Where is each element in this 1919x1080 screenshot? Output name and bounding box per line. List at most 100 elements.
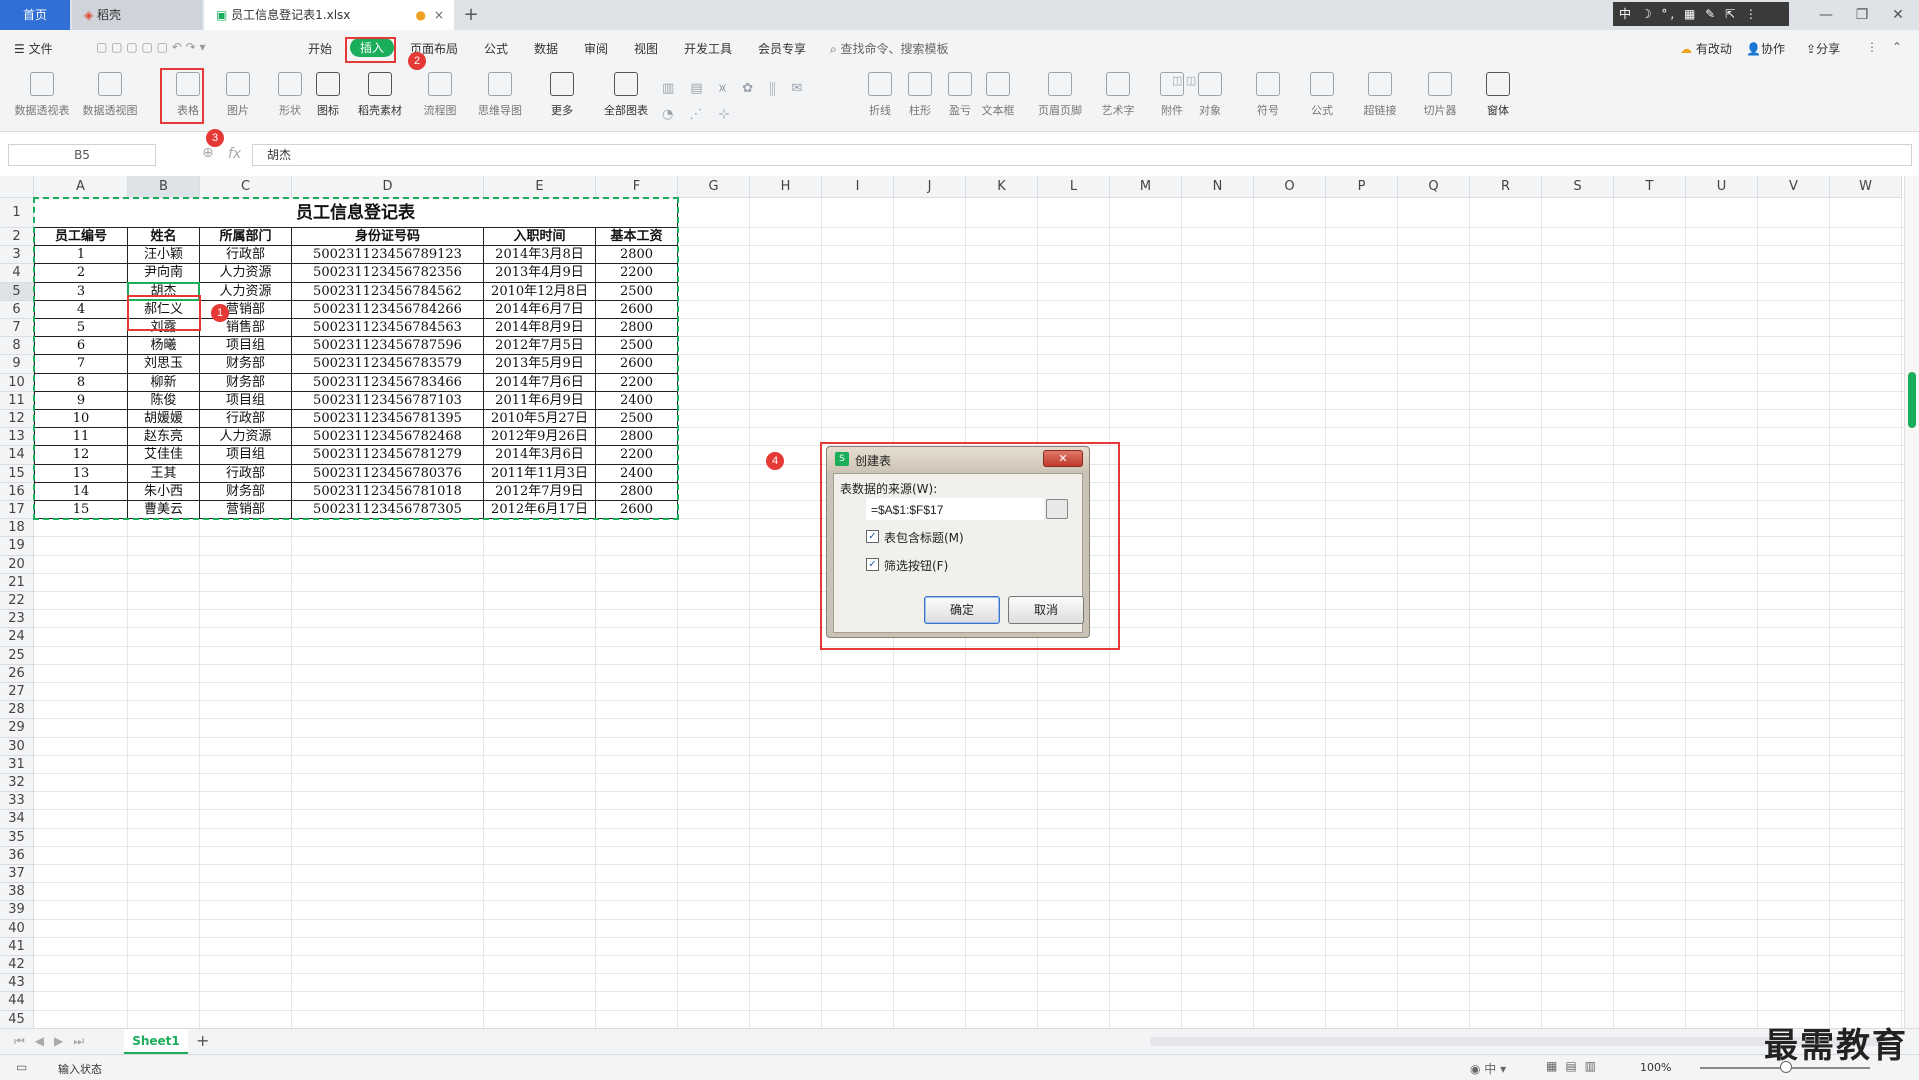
row-header[interactable]: 37 (0, 865, 34, 884)
row-header[interactable]: 18 (0, 519, 34, 538)
menu-view[interactable]: 视图 (634, 40, 658, 57)
row-header[interactable]: 41 (0, 937, 34, 956)
row-header[interactable]: 19 (0, 537, 34, 556)
quick-access-icons[interactable]: ▢ ▢ ▢ ▢ ▢ ↶ ↷ ▾ (96, 40, 206, 54)
row-header[interactable]: 45 (0, 1010, 34, 1028)
row-header[interactable]: 6 (0, 300, 34, 319)
column-header-Q[interactable]: Q (1398, 176, 1470, 198)
row-header[interactable]: 23 (0, 610, 34, 629)
collab-button[interactable]: 👤协作 (1746, 40, 1785, 57)
name-box[interactable]: B5 (8, 144, 156, 166)
macro-record-icon[interactable]: ▭ (16, 1060, 27, 1074)
column-header-J[interactable]: J (894, 176, 966, 198)
select-all-corner[interactable] (0, 176, 34, 198)
ribbon-button-21[interactable]: 超链接 (1350, 72, 1410, 118)
command-search[interactable]: ⌕ 查找命令、搜索模板 (830, 40, 949, 57)
column-header-H[interactable]: H (750, 176, 822, 198)
column-header-K[interactable]: K (966, 176, 1038, 198)
row-header[interactable]: 3 (0, 246, 34, 265)
ribbon-button-19[interactable]: 符号 (1238, 72, 1298, 118)
column-header-E[interactable]: E (484, 176, 596, 198)
sheet-nav-icons[interactable]: ⏮◀▶⏭ (14, 1034, 94, 1049)
fx-icon[interactable]: fx (228, 146, 241, 162)
row-header[interactable]: 14 (0, 446, 34, 465)
row-header[interactable]: 2 (0, 228, 34, 247)
row-header[interactable]: 32 (0, 774, 34, 793)
tab-docer[interactable]: ◈ 稻壳 (72, 0, 202, 30)
ribbon-button-6[interactable]: 稻壳素材 (350, 72, 410, 118)
row-header[interactable]: 1 (0, 198, 34, 228)
row-header[interactable]: 31 (0, 755, 34, 774)
row-header[interactable]: 38 (0, 883, 34, 902)
column-header-F[interactable]: F (596, 176, 678, 198)
menu-data[interactable]: 数据 (534, 40, 558, 57)
row-header[interactable]: 7 (0, 319, 34, 338)
row-header[interactable]: 15 (0, 464, 34, 483)
close-tab-icon[interactable]: × (434, 0, 444, 30)
tab-document[interactable]: ▣ 员工信息登记表1.xlsx ● × (204, 0, 454, 30)
row-header[interactable]: 28 (0, 701, 34, 720)
menu-member[interactable]: 会员专享 (758, 40, 806, 57)
column-header-M[interactable]: M (1110, 176, 1182, 198)
chart-type-icons[interactable]: ▥ ▤ ⩙ ✿ ⫼ ✉ ◔ ⋰ ⊹ (662, 76, 832, 128)
row-header[interactable]: 13 (0, 428, 34, 447)
menu-review[interactable]: 审阅 (584, 40, 608, 57)
menu-home[interactable]: 开始 (308, 40, 332, 57)
ribbon-button-0[interactable]: 数据透视表 (12, 72, 72, 118)
ribbon-button-10[interactable]: 全部图表 (596, 72, 656, 118)
ribbon-button-7[interactable]: 流程图 (410, 72, 470, 118)
ime-toolbar[interactable]: 中 ☽ °, ▦ ✎ ⇱ ⋮ (1613, 2, 1789, 26)
column-header-A[interactable]: A (34, 176, 128, 198)
column-header-P[interactable]: P (1326, 176, 1398, 198)
close-window-icon[interactable]: ✕ (1880, 0, 1916, 30)
menu-formulas[interactable]: 公式 (484, 40, 508, 57)
row-header[interactable]: 8 (0, 337, 34, 356)
row-header[interactable]: 35 (0, 828, 34, 847)
row-header[interactable]: 11 (0, 391, 34, 410)
more-options-icon[interactable]: ⋮ (1866, 40, 1878, 54)
column-header-D[interactable]: D (292, 176, 484, 198)
row-header[interactable]: 29 (0, 719, 34, 738)
row-header[interactable]: 22 (0, 592, 34, 611)
column-header-R[interactable]: R (1470, 176, 1542, 198)
share-button[interactable]: ⇪分享 (1806, 40, 1840, 57)
scroll-thumb[interactable] (1908, 372, 1916, 428)
view-mode-icons[interactable]: ▦▤▥ (1546, 1059, 1604, 1073)
row-header[interactable]: 10 (0, 373, 34, 392)
ribbon-button-22[interactable]: 切片器 (1410, 72, 1470, 118)
menu-developer[interactable]: 开发工具 (684, 40, 732, 57)
row-header[interactable]: 42 (0, 956, 34, 975)
row-header[interactable]: 5 (0, 282, 34, 301)
row-header[interactable]: 44 (0, 992, 34, 1011)
ribbon-button-5[interactable]: 图标 (298, 72, 358, 118)
column-header-U[interactable]: U (1686, 176, 1758, 198)
add-sheet-button[interactable]: + (196, 1031, 209, 1050)
row-header[interactable]: 26 (0, 664, 34, 683)
row-header[interactable]: 27 (0, 683, 34, 702)
ribbon-button-23[interactable]: 窗体 (1468, 72, 1528, 118)
column-header-T[interactable]: T (1614, 176, 1686, 198)
ribbon-button-16[interactable]: 艺术字 (1088, 72, 1148, 118)
zoom-level[interactable]: 100% (1640, 1061, 1671, 1074)
tab-home[interactable]: 首页 (0, 0, 70, 30)
new-tab-button[interactable]: + (460, 0, 482, 30)
row-header[interactable]: 39 (0, 901, 34, 920)
vertical-scrollbar[interactable] (1904, 176, 1919, 1028)
file-menu[interactable]: ☰ 文件 (14, 40, 53, 57)
column-header-O[interactable]: O (1254, 176, 1326, 198)
formula-input[interactable]: 胡杰 (252, 144, 1912, 166)
ribbon-button-9[interactable]: 更多 (532, 72, 592, 118)
column-header-I[interactable]: I (822, 176, 894, 198)
row-header[interactable]: 34 (0, 810, 34, 829)
ribbon-button-3[interactable]: 图片 (208, 72, 268, 118)
column-header-L[interactable]: L (1038, 176, 1110, 198)
row-header[interactable]: 24 (0, 628, 34, 647)
row-header[interactable]: 4 (0, 264, 34, 283)
row-header[interactable]: 40 (0, 919, 34, 938)
eye-protection-icon[interactable]: ◉ 中 ▾ (1470, 1060, 1506, 1077)
zoom-formula-icon[interactable]: ⊕ (202, 145, 214, 161)
row-header[interactable]: 43 (0, 974, 34, 993)
column-header-B[interactable]: B (128, 176, 200, 198)
column-header-W[interactable]: W (1830, 176, 1902, 198)
column-header-G[interactable]: G (678, 176, 750, 198)
